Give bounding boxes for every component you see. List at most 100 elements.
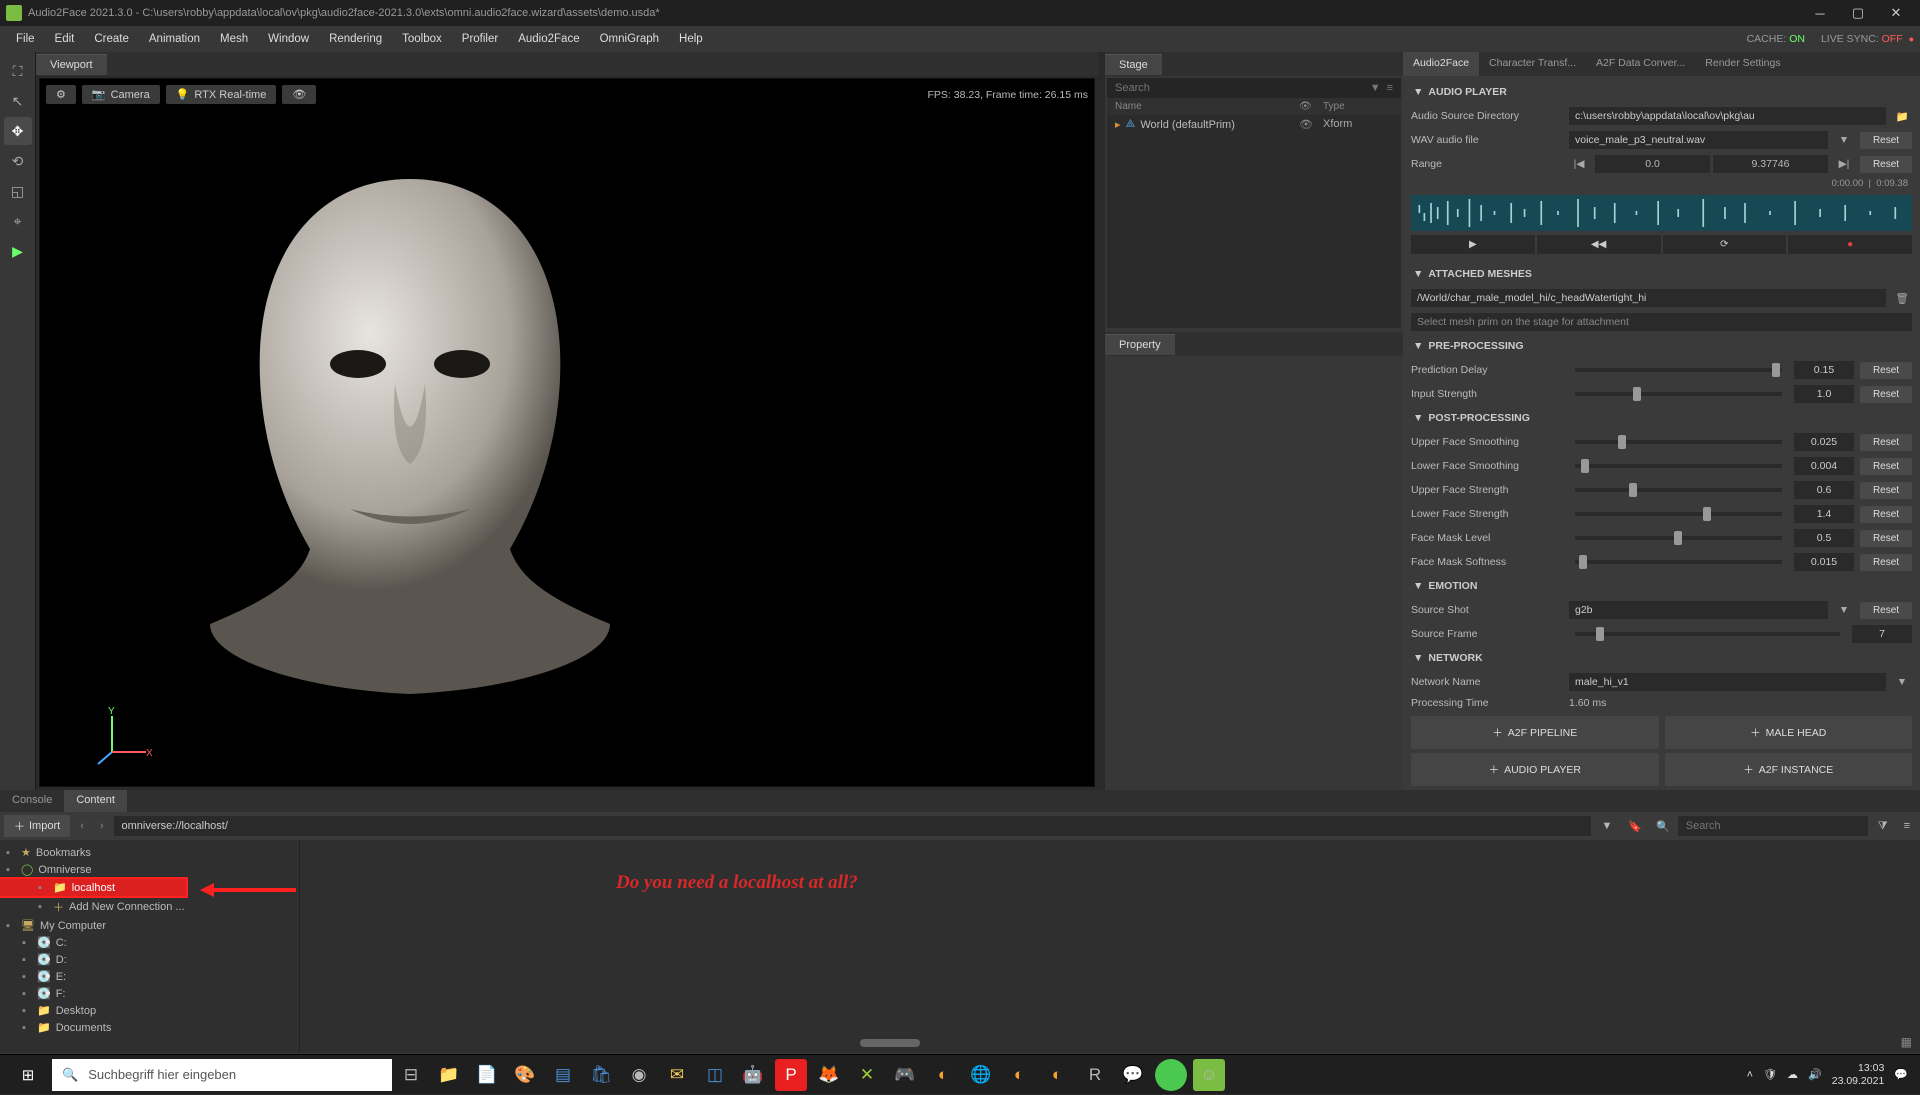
grid-view-icon[interactable]: ▦ bbox=[1901, 1035, 1912, 1049]
a2f-pipeline-button[interactable]: ＋ A2F PIPELINE bbox=[1411, 716, 1659, 749]
livesync-status[interactable]: LIVE SYNC: OFF ● bbox=[1821, 33, 1914, 45]
property-tab[interactable]: Property bbox=[1105, 334, 1175, 355]
tray-volume-icon[interactable]: 🔊 bbox=[1808, 1068, 1822, 1081]
pp-reset-1[interactable]: Reset bbox=[1860, 386, 1912, 403]
po-slider-2[interactable] bbox=[1575, 488, 1782, 492]
nav-back-icon[interactable]: ‹ bbox=[74, 820, 90, 832]
range-b[interactable]: 9.37746 bbox=[1713, 155, 1828, 173]
menu-audio2face[interactable]: Audio2Face bbox=[508, 29, 589, 49]
stage-search-input[interactable] bbox=[1115, 82, 1364, 94]
menu-edit[interactable]: Edit bbox=[45, 29, 85, 49]
frame-all-icon[interactable]: ⛶ bbox=[4, 57, 32, 85]
po-value-4[interactable]: 0.5 bbox=[1794, 529, 1854, 547]
taskbar-clock[interactable]: 13:0323.09.2021 bbox=[1832, 1062, 1885, 1088]
tray-notifications-icon[interactable]: 💬 bbox=[1894, 1068, 1908, 1081]
tree-item-2[interactable]: ▪📁localhost bbox=[0, 879, 186, 896]
tab-audio2face[interactable]: Audio2Face bbox=[1403, 52, 1479, 76]
firefox-icon[interactable]: 🦊 bbox=[813, 1059, 845, 1091]
waveform-display[interactable] bbox=[1411, 195, 1912, 231]
taskbar-search[interactable]: 🔍Suchbegriff hier eingeben bbox=[52, 1059, 392, 1091]
wav-field[interactable]: voice_male_p3_neutral.wav bbox=[1569, 131, 1828, 149]
po-slider-4[interactable] bbox=[1575, 536, 1782, 540]
r-icon[interactable]: R bbox=[1079, 1059, 1111, 1091]
audio-dir-field[interactable]: c:\users\robby\appdata\local\ov\pkg\au bbox=[1569, 107, 1886, 125]
trash-icon[interactable]: 🗑 bbox=[1892, 292, 1912, 305]
bookmark-icon[interactable]: 🔖 bbox=[1622, 820, 1648, 833]
po-reset-4[interactable]: Reset bbox=[1860, 530, 1912, 547]
section-audio-player[interactable]: ▼ AUDIO PLAYER bbox=[1411, 80, 1912, 104]
range-a[interactable]: 0.0 bbox=[1595, 155, 1710, 173]
move-tool-icon[interactable]: ✥ bbox=[4, 117, 32, 145]
reset-wav[interactable]: Reset bbox=[1860, 132, 1912, 149]
po-reset-1[interactable]: Reset bbox=[1860, 458, 1912, 475]
mail-icon[interactable]: ✉ bbox=[661, 1059, 693, 1091]
app-icon-3[interactable]: 🎮 bbox=[889, 1059, 921, 1091]
tab-character-transfer[interactable]: Character Transf... bbox=[1479, 52, 1586, 76]
tab-console[interactable]: Console bbox=[0, 790, 64, 812]
import-button[interactable]: ＋ Import bbox=[4, 815, 70, 837]
path-dropdown-icon[interactable]: ▼ bbox=[1595, 820, 1618, 832]
store-icon[interactable]: 🛍 bbox=[585, 1059, 617, 1091]
po-slider-5[interactable] bbox=[1575, 560, 1782, 564]
camera-dropdown[interactable]: 📷 Camera bbox=[82, 85, 160, 104]
select-tool-icon[interactable]: ↖ bbox=[4, 87, 32, 115]
range-start-icon[interactable]: |◀ bbox=[1569, 158, 1589, 170]
explorer-icon[interactable]: 📁 bbox=[433, 1059, 465, 1091]
menu-animation[interactable]: Animation bbox=[139, 29, 210, 49]
range-end-icon[interactable]: ▶| bbox=[1834, 158, 1854, 170]
a2f-instance-button[interactable]: ＋ A2F INSTANCE bbox=[1665, 753, 1913, 786]
viewport[interactable]: ⚙ 📷 Camera 💡 RTX Real-time 👁 FPS: 38.23,… bbox=[39, 78, 1095, 787]
tree-item-8[interactable]: ▪💽F: bbox=[0, 985, 299, 1002]
pp-reset-0[interactable]: Reset bbox=[1860, 362, 1912, 379]
content-grid[interactable]: Do you need a localhost at all? ▦ bbox=[300, 840, 1920, 1053]
stage-tab[interactable]: Stage bbox=[1105, 54, 1162, 75]
po-reset-3[interactable]: Reset bbox=[1860, 506, 1912, 523]
tree-item-10[interactable]: ▪📁Documents bbox=[0, 1019, 299, 1036]
source-frame-value[interactable]: 7 bbox=[1852, 625, 1912, 643]
tray-shield-icon[interactable]: 🛡 bbox=[1763, 1068, 1777, 1081]
menu-icon[interactable]: ≡ bbox=[1898, 820, 1916, 832]
tree-item-0[interactable]: ▪★Bookmarks bbox=[0, 844, 299, 861]
po-reset-0[interactable]: Reset bbox=[1860, 434, 1912, 451]
tab-render-settings[interactable]: Render Settings bbox=[1695, 52, 1790, 76]
nav-fwd-icon[interactable]: › bbox=[94, 820, 110, 832]
blender-icon-1[interactable]: ◐ bbox=[927, 1059, 959, 1091]
maximize-button[interactable]: ▢ bbox=[1840, 1, 1876, 25]
reset-range[interactable]: Reset bbox=[1860, 156, 1912, 173]
po-value-1[interactable]: 0.004 bbox=[1794, 457, 1854, 475]
reset-shot[interactable]: Reset bbox=[1860, 602, 1912, 619]
app-icon-2[interactable]: ◉ bbox=[623, 1059, 655, 1091]
tree-item-6[interactable]: ▪💽D: bbox=[0, 951, 299, 968]
network-name-field[interactable]: male_hi_v1 bbox=[1569, 673, 1886, 691]
viewport-tab[interactable]: Viewport bbox=[36, 54, 107, 75]
tab-content[interactable]: Content bbox=[64, 790, 127, 812]
notepad-icon[interactable]: 📄 bbox=[471, 1059, 503, 1091]
po-slider-3[interactable] bbox=[1575, 512, 1782, 516]
content-search-input[interactable] bbox=[1678, 816, 1868, 836]
pp-slider-0[interactable] bbox=[1575, 368, 1782, 372]
section-network[interactable]: ▼ NETWORK bbox=[1411, 646, 1912, 670]
android-icon[interactable]: 🤖 bbox=[737, 1059, 769, 1091]
po-reset-2[interactable]: Reset bbox=[1860, 482, 1912, 499]
p-icon[interactable]: P bbox=[775, 1059, 807, 1091]
renderer-dropdown[interactable]: 💡 RTX Real-time bbox=[166, 85, 277, 104]
po-reset-5[interactable]: Reset bbox=[1860, 554, 1912, 571]
pp-value-0[interactable]: 0.15 bbox=[1794, 361, 1854, 379]
tree-item-1[interactable]: ▪◯Omniverse bbox=[0, 861, 299, 878]
x-icon[interactable]: ✕ bbox=[851, 1059, 883, 1091]
source-frame-slider[interactable] bbox=[1575, 632, 1840, 636]
audio-player-button[interactable]: ＋ AUDIO PLAYER bbox=[1411, 753, 1659, 786]
close-button[interactable]: ✕ bbox=[1878, 1, 1914, 25]
play-button[interactable]: ▶ bbox=[1411, 235, 1535, 254]
tab-a2f-data-converter[interactable]: A2F Data Conver... bbox=[1586, 52, 1695, 76]
tree-item-4[interactable]: ▪🖥My Computer bbox=[0, 917, 299, 934]
section-emotion[interactable]: ▼ EMOTION bbox=[1411, 574, 1912, 598]
folder-icon[interactable]: 📁 bbox=[1892, 110, 1912, 123]
discord-icon[interactable]: 💬 bbox=[1117, 1059, 1149, 1091]
po-value-5[interactable]: 0.015 bbox=[1794, 553, 1854, 571]
viewport-settings-icon[interactable]: ⚙ bbox=[46, 85, 76, 104]
pp-value-1[interactable]: 1.0 bbox=[1794, 385, 1854, 403]
tray-cloud-icon[interactable]: ☁ bbox=[1787, 1068, 1798, 1081]
task-view-icon[interactable]: ⊟ bbox=[395, 1059, 427, 1091]
section-preprocessing[interactable]: ▼ PRE-PROCESSING bbox=[1411, 334, 1912, 358]
